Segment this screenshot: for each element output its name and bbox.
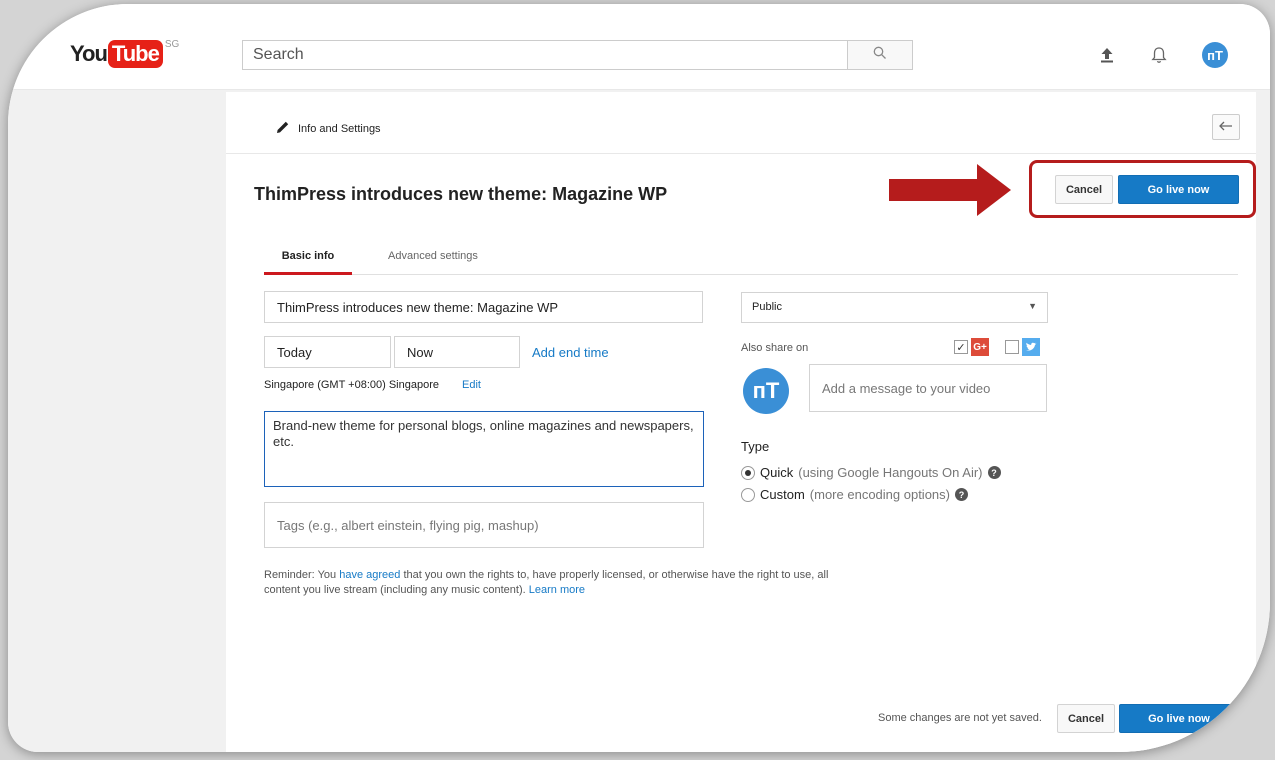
- privacy-selected-value: Public: [752, 301, 782, 313]
- cancel-button-top[interactable]: Cancel: [1055, 175, 1113, 204]
- pencil-icon: [276, 120, 290, 137]
- edit-timezone-link[interactable]: Edit: [462, 379, 481, 391]
- privacy-select[interactable]: Public ▼: [741, 292, 1048, 323]
- upload-icon[interactable]: [1096, 44, 1118, 66]
- custom-radio[interactable]: [741, 487, 755, 502]
- rights-reminder: Reminder: You have agreed that you own t…: [264, 568, 834, 598]
- also-share-on-label: Also share on: [741, 342, 809, 354]
- go-live-button-bottom[interactable]: Go live now: [1119, 704, 1239, 733]
- search-bar: [242, 40, 913, 70]
- quick-note: (using Google Hangouts On Air): [798, 465, 983, 480]
- tab-advanced-settings[interactable]: Advanced settings: [388, 246, 498, 275]
- unsaved-changes-notice: Some changes are not yet saved.: [878, 712, 1042, 724]
- help-icon[interactable]: ?: [955, 488, 968, 501]
- description-input[interactable]: Brand-new theme for personal blogs, onli…: [264, 411, 704, 487]
- quick-radio[interactable]: [741, 465, 755, 480]
- type-label: Type: [741, 439, 770, 454]
- search-input[interactable]: [242, 40, 847, 70]
- type-quick-option[interactable]: Quick (using Google Hangouts On Air) ?: [741, 465, 1001, 480]
- settings-title: Info and Settings: [276, 120, 381, 137]
- custom-note: (more encoding options): [809, 487, 950, 502]
- search-button[interactable]: [847, 40, 913, 70]
- settings-header: Info and Settings: [226, 92, 1256, 154]
- annotation-arrow-icon: [889, 164, 1011, 221]
- add-end-time-link[interactable]: Add end time: [532, 345, 609, 360]
- help-icon[interactable]: ?: [987, 466, 1001, 479]
- tab-basic-info[interactable]: Basic info: [264, 246, 352, 275]
- back-button[interactable]: [1212, 114, 1240, 140]
- gplus-share-checkbox[interactable]: ✓: [954, 340, 968, 354]
- go-live-button-top[interactable]: Go live now: [1118, 175, 1239, 204]
- time-input[interactable]: [394, 336, 520, 368]
- search-icon: [873, 46, 887, 65]
- title-input[interactable]: [264, 291, 703, 323]
- left-rail: [8, 90, 226, 752]
- dropdown-caret-icon: ▼: [1028, 301, 1037, 311]
- channel-avatar: ᴨT: [743, 368, 789, 414]
- reminder-text-start: Reminder: You: [264, 569, 340, 581]
- logo-tube: Tube: [107, 40, 163, 68]
- quick-label: Quick: [760, 465, 794, 480]
- twitter-share-checkbox[interactable]: [1005, 340, 1019, 354]
- share-networks: ✓ G+: [954, 338, 1040, 356]
- timezone-label: Singapore (GMT +08:00) Singapore: [264, 379, 439, 391]
- account-avatar[interactable]: ᴨT: [1202, 42, 1228, 68]
- learn-more-link[interactable]: Learn more: [529, 584, 585, 596]
- back-arrow-icon: [1219, 118, 1233, 136]
- date-input[interactable]: [264, 336, 391, 368]
- share-message-input[interactable]: [809, 364, 1047, 412]
- tags-input[interactable]: [264, 502, 704, 548]
- logo-you: You: [70, 41, 108, 66]
- top-bar: You Tube SG ᴨT: [8, 4, 1270, 90]
- main-content: Info and Settings ThimPress introduces n…: [226, 90, 1270, 752]
- video-title: ThimPress introduces new theme: Magazine…: [254, 184, 668, 204]
- have-agreed-link[interactable]: have agreed: [339, 569, 400, 581]
- settings-title-label: Info and Settings: [298, 122, 381, 135]
- cancel-button-bottom[interactable]: Cancel: [1057, 704, 1115, 733]
- logo-region: SG: [164, 39, 180, 50]
- twitter-icon: [1022, 338, 1040, 356]
- youtube-logo[interactable]: You Tube SG: [70, 39, 180, 68]
- type-custom-option[interactable]: Custom (more encoding options) ?: [741, 487, 968, 502]
- google-plus-icon: G+: [971, 338, 989, 356]
- page: You Tube SG ᴨT: [8, 4, 1270, 752]
- custom-label: Custom: [760, 487, 805, 502]
- notifications-bell-icon[interactable]: [1148, 44, 1170, 66]
- live-settings-card: Info and Settings ThimPress introduces n…: [226, 92, 1256, 752]
- screenshot-frame: You Tube SG ᴨT: [8, 4, 1270, 752]
- settings-tabs: Basic info Advanced settings: [264, 246, 1238, 275]
